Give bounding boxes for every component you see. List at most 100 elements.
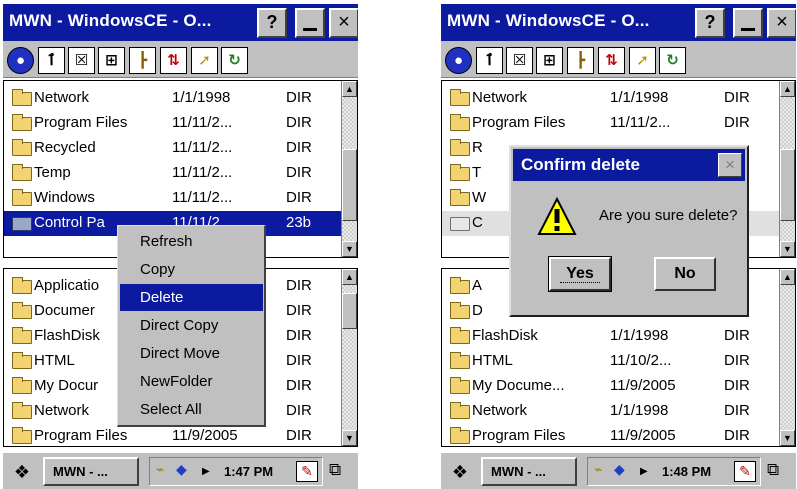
dialog-title-bar: Confirm delete × bbox=[513, 149, 745, 181]
select-box-icon[interactable]: ☒ bbox=[68, 47, 95, 74]
help-button[interactable]: ? bbox=[257, 8, 287, 38]
folder-up-icon[interactable]: ┣ bbox=[129, 47, 156, 74]
search-icon[interactable]: ٱ bbox=[38, 47, 65, 74]
scroll-down-arrow-icon[interactable]: ▼ bbox=[342, 241, 357, 257]
file-row[interactable]: Temp 11/11/2... DIR bbox=[4, 161, 344, 186]
vertical-scrollbar[interactable]: ▲ ▼ bbox=[779, 81, 795, 257]
scrollbar-thumb[interactable] bbox=[342, 293, 357, 329]
explore-icon[interactable]: ➚ bbox=[629, 47, 656, 74]
scroll-up-arrow-icon[interactable]: ▲ bbox=[342, 81, 357, 97]
file-name: C bbox=[472, 214, 483, 231]
scroll-up-arrow-icon[interactable]: ▲ bbox=[780, 269, 795, 285]
file-type: DIR bbox=[286, 164, 312, 181]
file-date: 11/9/2005 bbox=[610, 377, 676, 394]
refresh-icon[interactable]: ↻ bbox=[659, 47, 686, 74]
sort-icon[interactable]: ⇅ bbox=[598, 47, 625, 74]
vertical-scrollbar[interactable]: ▲ ▼ bbox=[779, 269, 795, 446]
scroll-down-arrow-icon[interactable]: ▼ bbox=[780, 241, 795, 257]
dialog-close-button[interactable]: × bbox=[718, 153, 742, 177]
vertical-scrollbar[interactable]: ▲ ▼ bbox=[341, 81, 357, 257]
scroll-up-arrow-icon[interactable]: ▲ bbox=[342, 269, 357, 285]
close-button[interactable]: × bbox=[329, 8, 358, 38]
file-type: DIR bbox=[286, 302, 312, 319]
vertical-scrollbar[interactable]: ▲ ▼ bbox=[341, 269, 357, 446]
start-icon[interactable]: ❖ bbox=[445, 458, 475, 486]
close-button[interactable]: × bbox=[767, 8, 796, 38]
file-row[interactable]: Program Files 11/11/2... DIR bbox=[442, 111, 782, 136]
clock[interactable]: 1:48 PM bbox=[662, 464, 711, 479]
clock[interactable]: 1:47 PM bbox=[224, 464, 273, 479]
search-icon[interactable]: ٱ bbox=[476, 47, 503, 74]
menu-item-select-all[interactable]: Select All bbox=[120, 396, 263, 423]
file-name: T bbox=[472, 164, 482, 181]
minimize-button[interactable] bbox=[295, 8, 325, 38]
explore-icon[interactable]: ➚ bbox=[191, 47, 218, 74]
input-panel-icon[interactable]: ✎ bbox=[296, 461, 318, 482]
file-row[interactable]: My Docume... 11/9/2005 DIR bbox=[442, 374, 782, 399]
power-plug-icon[interactable]: ⌁ bbox=[156, 461, 164, 478]
file-type: DIR bbox=[724, 114, 750, 131]
refresh-icon[interactable]: ↻ bbox=[221, 47, 248, 74]
taskbar-app-button[interactable]: MWN - ... bbox=[43, 457, 139, 486]
menu-item-direct-copy[interactable]: Direct Copy bbox=[120, 312, 263, 339]
file-date: 1/1/1998 bbox=[172, 89, 231, 106]
folder-icon bbox=[450, 189, 470, 206]
minimize-button[interactable] bbox=[733, 8, 763, 38]
file-type: DIR bbox=[286, 402, 312, 419]
start-icon[interactable]: ❖ bbox=[7, 458, 37, 486]
file-row[interactable]: Program Files 11/11/2... DIR bbox=[4, 111, 344, 136]
left-screen: MWN - WindowsCE - O... ? × ● ٱ ☒ ⊞ ┣ ⇅ ➚… bbox=[0, 0, 358, 489]
scroll-up-arrow-icon[interactable]: ▲ bbox=[780, 81, 795, 97]
menu-item-direct-move[interactable]: Direct Move bbox=[120, 340, 263, 367]
file-row[interactable]: HTML 11/10/2... DIR bbox=[442, 349, 782, 374]
file-date: 11/9/2005 bbox=[610, 427, 676, 444]
globe-icon[interactable]: ● bbox=[445, 47, 472, 74]
menu-item-delete[interactable]: Delete bbox=[120, 284, 263, 311]
file-date: 1/1/1998 bbox=[610, 89, 669, 106]
menu-item-newfolder[interactable]: NewFolder bbox=[120, 368, 263, 395]
no-button[interactable]: No bbox=[654, 257, 716, 291]
switch-window-icon[interactable]: ⧉ bbox=[767, 460, 779, 480]
yes-button[interactable]: Yes bbox=[548, 256, 612, 292]
globe-icon[interactable]: ● bbox=[7, 47, 34, 74]
file-row[interactable]: Windows 11/11/2... DIR bbox=[4, 186, 344, 211]
folder-icon bbox=[450, 352, 470, 369]
file-name: Network bbox=[34, 89, 90, 106]
file-row[interactable]: Network 1/1/1998 DIR bbox=[4, 86, 344, 111]
file-type: DIR bbox=[724, 89, 750, 106]
folder-icon bbox=[450, 277, 470, 294]
scroll-down-arrow-icon[interactable]: ▼ bbox=[342, 430, 357, 446]
right-screen: MWN - WindowsCE - O... ? × ● ٱ ☒ ⊞ ┣ ⇅ ➚… bbox=[438, 0, 796, 489]
folder-up-icon[interactable]: ┣ bbox=[567, 47, 594, 74]
input-panel-icon[interactable]: ✎ bbox=[734, 461, 756, 482]
sort-icon[interactable]: ⇅ bbox=[160, 47, 187, 74]
file-row[interactable]: Recycled 11/11/2... DIR bbox=[4, 136, 344, 161]
dialog-message: Are you sure delete? bbox=[599, 207, 738, 224]
taskbar-app-button[interactable]: MWN - ... bbox=[481, 457, 577, 486]
tree-icon[interactable]: ⊞ bbox=[98, 47, 125, 74]
file-row[interactable]: Program Files 11/9/2005 DIR bbox=[4, 424, 344, 446]
folder-icon bbox=[12, 327, 32, 344]
file-row[interactable]: Network 1/1/1998 DIR bbox=[442, 399, 782, 424]
network-icon[interactable]: ◆ bbox=[614, 461, 625, 478]
file-row[interactable]: Program Files 11/9/2005 DIR bbox=[442, 424, 782, 446]
scroll-down-arrow-icon[interactable]: ▼ bbox=[780, 430, 795, 446]
select-box-icon[interactable]: ☒ bbox=[506, 47, 533, 74]
file-name: My Docur bbox=[34, 377, 99, 394]
tree-icon[interactable]: ⊞ bbox=[536, 47, 563, 74]
file-row[interactable]: Network 1/1/1998 DIR bbox=[442, 86, 782, 111]
menu-item-refresh[interactable]: Refresh bbox=[120, 228, 263, 255]
switch-window-icon[interactable]: ⧉ bbox=[329, 460, 341, 480]
network-icon[interactable]: ◆ bbox=[176, 461, 187, 478]
menu-item-copy[interactable]: Copy bbox=[120, 256, 263, 283]
help-button[interactable]: ? bbox=[695, 8, 725, 38]
file-type: 23b bbox=[286, 214, 312, 231]
file-type: DIR bbox=[724, 327, 750, 344]
scrollbar-thumb[interactable] bbox=[780, 149, 795, 221]
file-row[interactable]: FlashDisk 1/1/1998 DIR bbox=[442, 324, 782, 349]
folder-icon bbox=[12, 402, 32, 419]
scrollbar-thumb[interactable] bbox=[342, 149, 357, 221]
file-type: DIR bbox=[286, 377, 312, 394]
power-plug-icon[interactable]: ⌁ bbox=[594, 461, 602, 478]
minimize-icon bbox=[741, 28, 755, 31]
